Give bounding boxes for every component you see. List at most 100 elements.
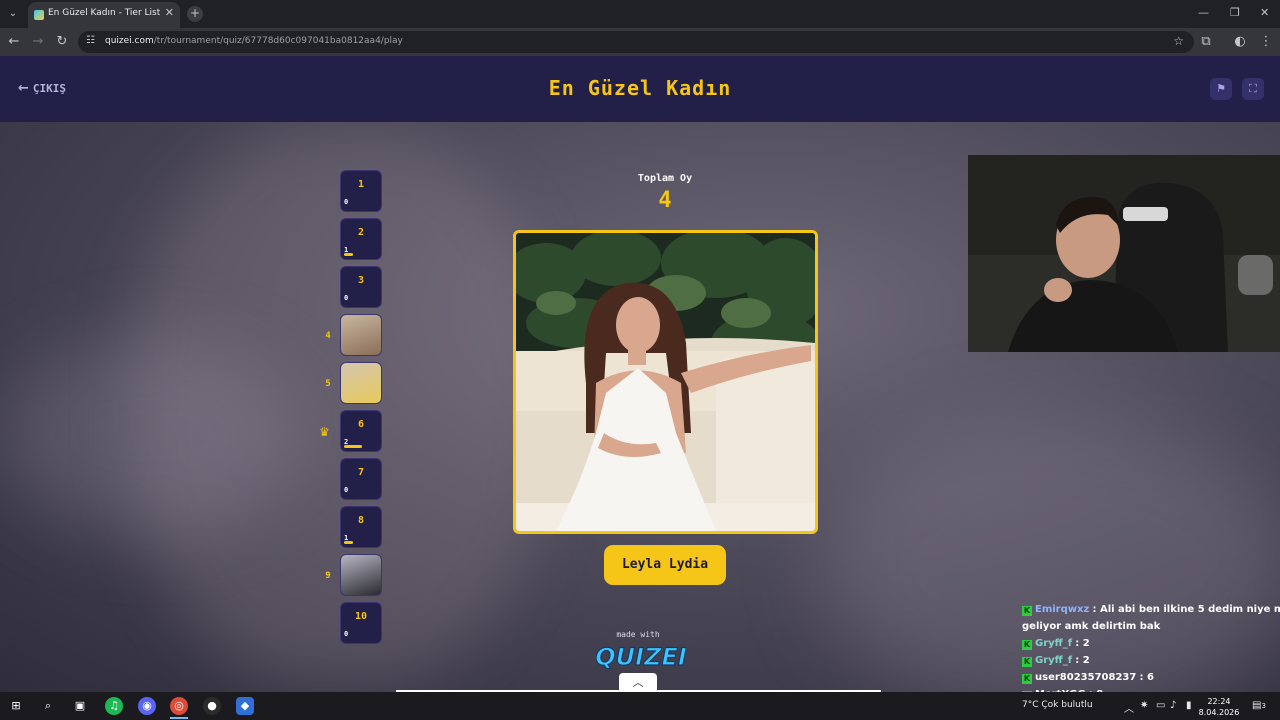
rank-slot-number: 2 (357, 227, 365, 238)
fullscreen-button[interactable]: ⛶ (1242, 78, 1264, 100)
rank-slot[interactable]: 21 (340, 218, 382, 260)
obs-icon[interactable]: ● (203, 697, 221, 715)
rank-slot-thumbnail (341, 315, 381, 355)
minimize-icon[interactable]: — (1198, 6, 1209, 19)
chat-message: Kuser80235708237 : 6 (1022, 669, 1280, 686)
chat-username: Emirqwxz (1035, 604, 1090, 615)
chevron-up-icon: ︿ (632, 676, 644, 689)
logo-text: QUIZEI (596, 643, 686, 671)
rank-slot-vote-count: 0 (344, 486, 349, 494)
rank-slot[interactable]: 70 (340, 458, 382, 500)
back-icon[interactable]: ← (5, 33, 23, 51)
rank-slot[interactable]: 81 (340, 506, 382, 548)
kick-badge-icon: K (1022, 640, 1032, 650)
rank-slot-number: 8 (357, 515, 365, 526)
bookmark-star-icon[interactable]: ☆ (1173, 34, 1184, 48)
rank-slot[interactable]: 62 (340, 410, 382, 452)
chat-text: geliyor amk delirtim bak (1022, 621, 1161, 632)
search-icon[interactable]: ⌕ (39, 697, 57, 715)
spotify-icon[interactable]: ♫ (105, 697, 123, 715)
rank-slot-number: 6 (357, 419, 365, 430)
chat-message: K Gryff_f : 2 (1022, 635, 1280, 652)
chat-text: : 2 (1075, 638, 1090, 649)
site-info-icon[interactable]: ☷ (86, 35, 95, 46)
kick-badge-icon: K (1022, 657, 1032, 667)
rank-slot-thumbnail (341, 363, 381, 403)
rank-slot-number: 10 (354, 611, 368, 622)
chat-text: : 2 (1075, 655, 1090, 666)
rank-slot-vote-count: 0 (344, 198, 349, 206)
tab-search-icon[interactable]: ⌄ (4, 5, 22, 23)
weather-widget[interactable]: 7°C Çok bulutlu (1022, 700, 1093, 710)
flag-icon: ⚑ (1216, 82, 1226, 95)
quiz-page: ← ÇIKIŞ En Güzel Kadın ⚑ ⛶ 1 0 2 1 3 0 6 2 7 0 8 1 10… (0, 56, 1280, 692)
windows-start-icon[interactable]: ⊞ (7, 697, 25, 715)
tab-favicon-icon (34, 10, 44, 20)
candidate-name-button[interactable]: Leyla Lydia (604, 545, 726, 585)
scroll-up-button[interactable]: ︿ (619, 673, 657, 692)
browser-tab[interactable]: En Güzel Kadın - Tier List, Kör Sıralama… (28, 2, 180, 28)
kick-badge-icon: K (1022, 674, 1032, 684)
rank-slot[interactable]: 10 (340, 170, 382, 212)
total-votes-value: 4 (658, 188, 672, 213)
url-text[interactable]: quizei.com/tr/tournament/quiz/67778d60c0… (105, 36, 403, 46)
browser-tab-bar: ⌄ En Güzel Kadın - Tier List, Kör Sırala… (0, 0, 1280, 28)
reload-icon[interactable]: ↻ (53, 33, 71, 51)
crown-icon: ♛ (319, 425, 330, 439)
report-button[interactable]: ⚑ (1210, 78, 1232, 100)
rank-slot[interactable]: 10 0 (340, 602, 382, 644)
rank-slot-vote-count: 0 (344, 630, 349, 638)
rank-slot[interactable] (340, 362, 382, 404)
tab-close-icon[interactable]: ✕ (165, 6, 174, 19)
rank-side-number: 5 (325, 379, 331, 389)
candidate-photo (513, 230, 818, 534)
discord-icon[interactable]: ◉ (138, 697, 156, 715)
system-clock[interactable]: 22:24 8.04.2026 (1196, 696, 1242, 718)
network-icon[interactable]: ▭ (1156, 700, 1165, 711)
rank-slot-progress-bar (344, 541, 353, 544)
rank-side-number: 4 (325, 331, 331, 341)
chat-message: K Emirqwxz : Ali abi ben ilkine 5 dedim n… (1022, 601, 1280, 618)
made-with-label: made with (616, 630, 660, 639)
chat-username: Gryff_f (1035, 655, 1073, 666)
total-votes-label: Toplam Oy (637, 173, 693, 184)
task-view-icon[interactable]: ▣ (71, 697, 89, 715)
rank-slot-progress-bar (344, 445, 362, 448)
page-title: En Güzel Kadın (548, 76, 732, 100)
kick-badge-icon: K (1022, 606, 1032, 616)
microphone-icon[interactable]: ▮ (1186, 700, 1192, 711)
rank-slot-number: 1 (357, 179, 365, 190)
rank-slot-progress-bar (344, 253, 353, 256)
tab-title: En Güzel Kadın - Tier List, Kör Sıralama (48, 8, 160, 18)
quiz-header: ← ÇIKIŞ En Güzel Kadın ⚑ ⛶ (0, 56, 1280, 122)
background-blur (0, 336, 300, 536)
active-app-indicator (170, 717, 188, 719)
browser-toolbar: ← → ↻ ☷ quizei.com/tr/tournament/quiz/67… (0, 28, 1280, 56)
chat-text: : 6 (1139, 672, 1154, 683)
rank-side-number: 9 (325, 571, 331, 581)
brightness-icon[interactable]: ✷ (1140, 700, 1148, 711)
chat-username: user80235708237 (1035, 672, 1137, 683)
rank-slot-thumbnail (341, 555, 381, 595)
quizei-logo[interactable]: QUIZEI (596, 640, 686, 672)
forward-icon[interactable]: → (29, 33, 47, 51)
close-window-icon[interactable]: ✕ (1260, 6, 1269, 19)
app-icon[interactable]: ◆ (236, 697, 254, 715)
menu-icon[interactable]: ⋮ (1257, 33, 1275, 51)
chat-message: geliyor amk delirtim bak (1022, 618, 1280, 635)
address-bar[interactable]: ☷ quizei.com/tr/tournament/quiz/67778d60… (78, 31, 1194, 53)
notification-icon[interactable]: ▤3 (1252, 700, 1266, 711)
extensions-icon[interactable]: ⧉ (1197, 33, 1215, 51)
chrome-icon[interactable]: ◎ (170, 697, 188, 715)
rank-slot[interactable] (340, 554, 382, 596)
restore-icon[interactable]: ❐ (1230, 6, 1240, 19)
tray-chevron-icon[interactable]: ︿ (1124, 700, 1134, 715)
profile-icon[interactable]: ◐ (1231, 33, 1249, 51)
rank-slot[interactable] (340, 314, 382, 356)
volume-icon[interactable]: ♪ (1170, 700, 1176, 711)
rank-slot[interactable]: 30 (340, 266, 382, 308)
chat-text: : Ali abi ben ilkine 5 dedim niye mesaj … (1092, 604, 1280, 615)
new-tab-button[interactable]: + (187, 6, 203, 22)
fullscreen-icon: ⛶ (1249, 82, 1257, 95)
rank-slot-vote-count: 0 (344, 294, 349, 302)
